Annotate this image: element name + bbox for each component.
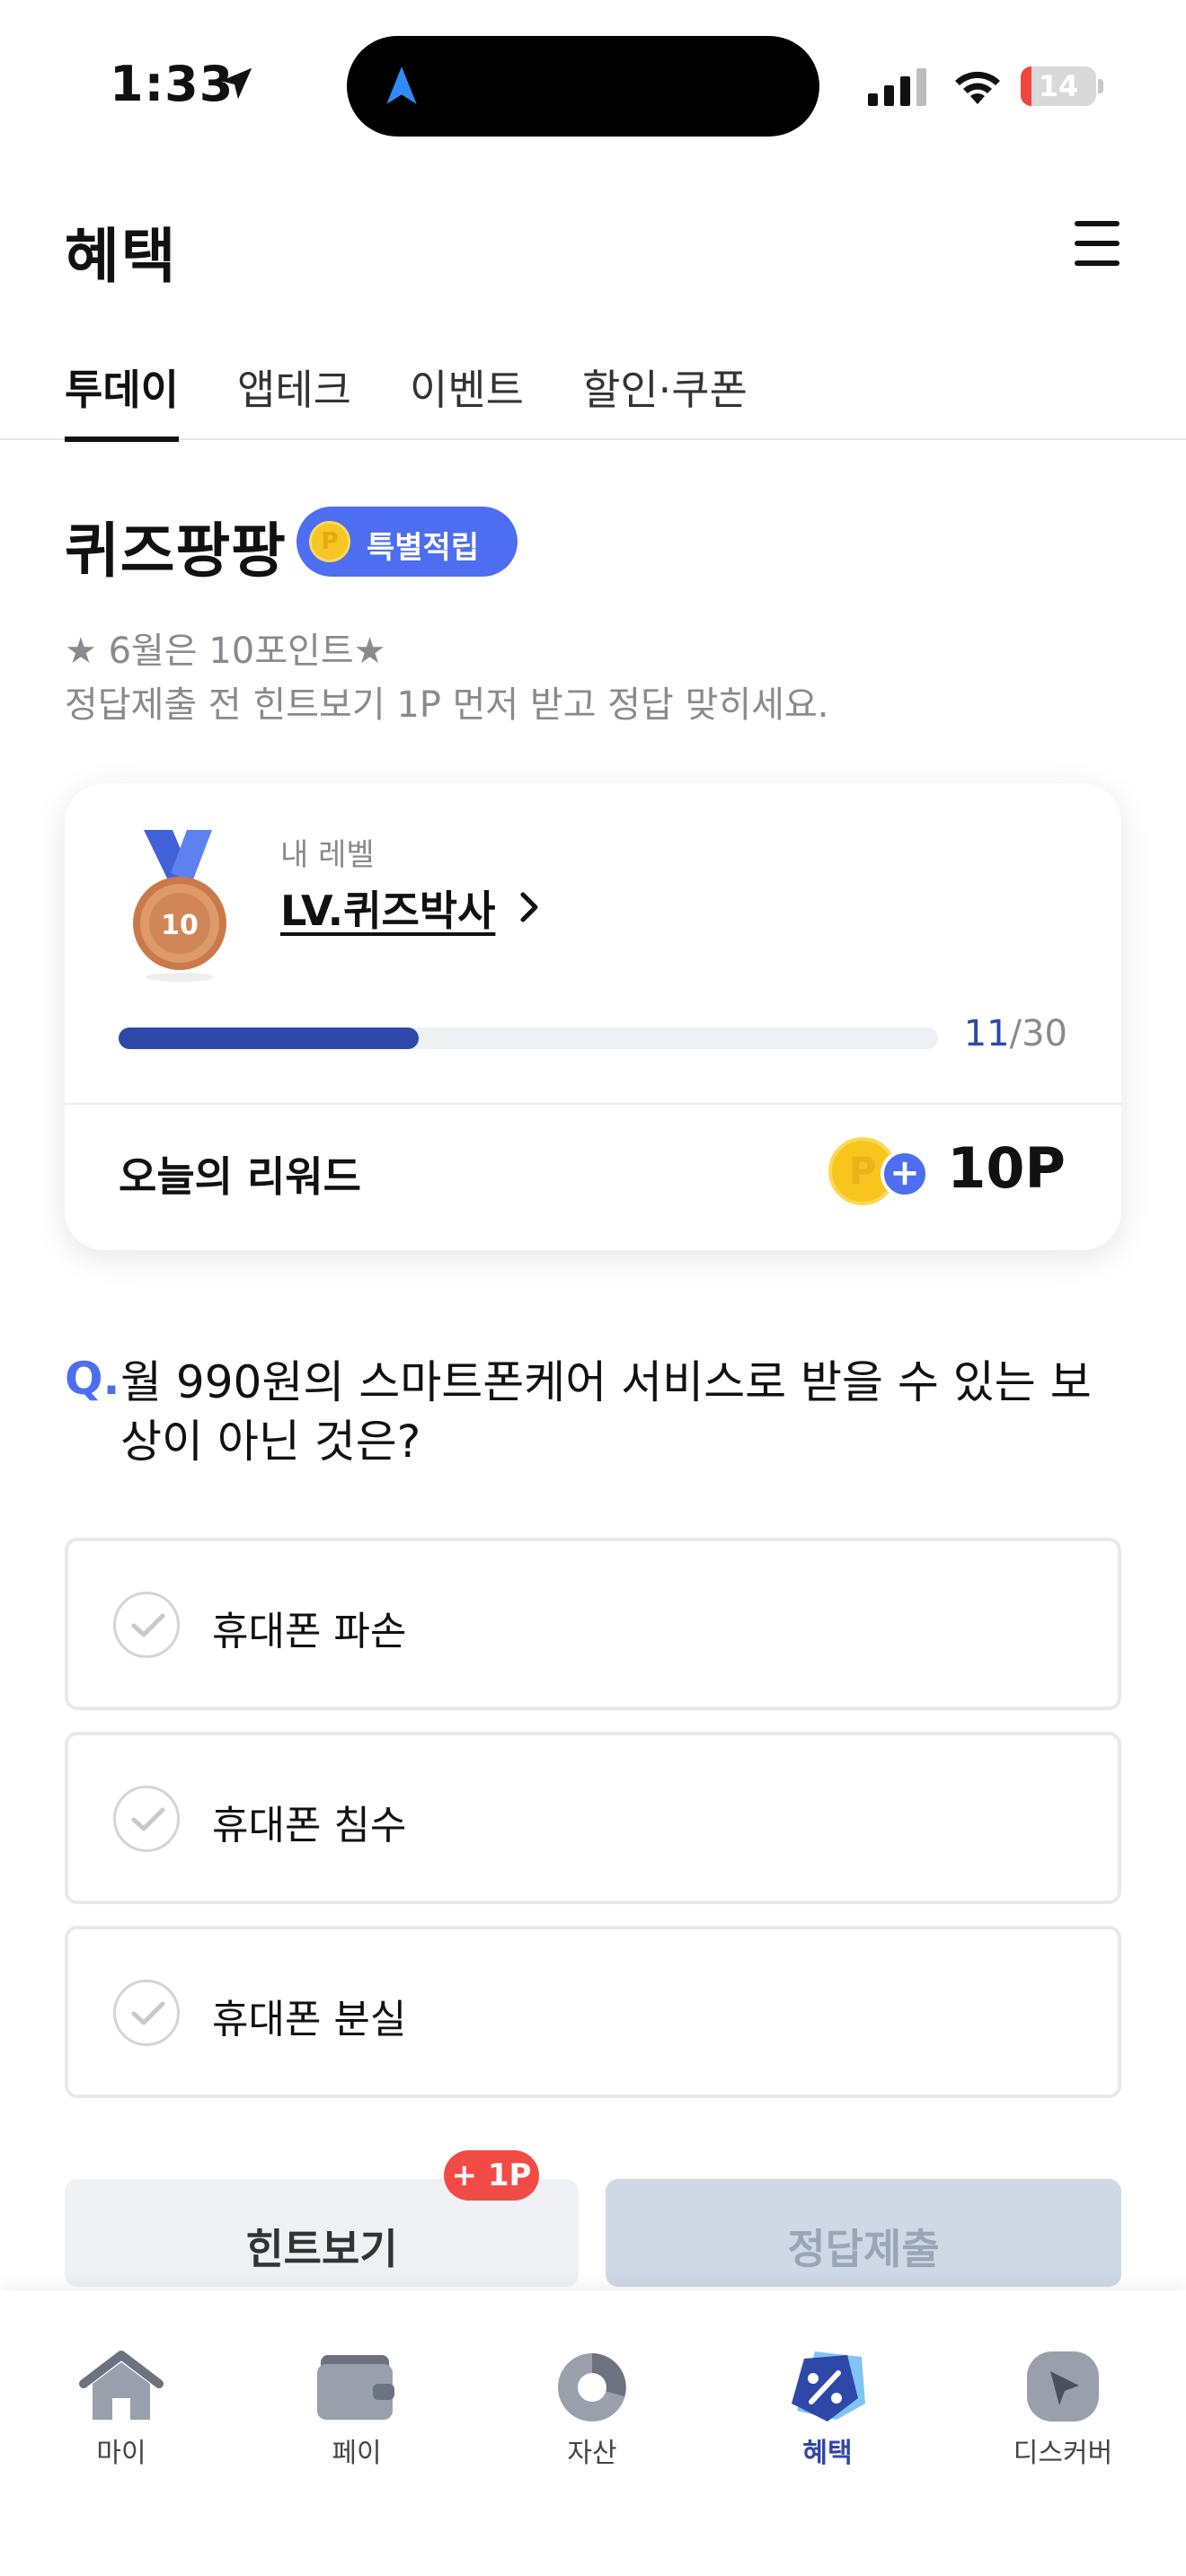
nav-label: 디스커버 <box>1013 2438 1113 2469</box>
reward-value: 10P <box>947 1135 1066 1201</box>
option-label: 휴대폰 침수 <box>212 1803 407 1848</box>
tab-label: 할인·쿠폰 <box>582 366 748 414</box>
submit-answer-button[interactable]: 정답제출 <box>606 2179 1121 2287</box>
submit-button-label: 정답제출 <box>787 2225 940 2273</box>
tab-bar-top: 투데이 앱테크 이벤트 할인·쿠폰 <box>0 341 1186 442</box>
nav-label: 페이 <box>332 2438 382 2469</box>
nav-item-pay[interactable]: 페이 <box>289 2348 424 2470</box>
option-label: 휴대폰 분실 <box>212 1997 407 2042</box>
tab-event[interactable]: 이벤트 <box>410 357 524 440</box>
tab-label: 투데이 <box>65 366 179 414</box>
check-icon <box>113 1592 180 1658</box>
status-bar: 1:33 14 <box>0 0 1186 171</box>
card-divider <box>65 1103 1121 1105</box>
answer-option-2[interactable]: 휴대폰 침수 <box>65 1732 1121 1904</box>
question-prefix: Q. <box>65 1353 120 1405</box>
check-icon <box>113 1980 180 2046</box>
battery-percent: 14 <box>1038 69 1079 103</box>
wallet-icon <box>317 2355 394 2420</box>
badge-label: 특별적립 <box>367 530 480 566</box>
notice-line-2: 정답제출 전 힌트보기 1P 먼저 받고 정답 맞히세요. <box>65 684 829 726</box>
answer-option-3[interactable]: 휴대폰 분실 <box>65 1926 1121 2098</box>
plus-icon: + <box>881 1150 929 1198</box>
nav-label: 혜택 <box>802 2438 853 2469</box>
battery-indicator: 14 <box>1021 66 1103 106</box>
question-text: 월 990원의 스마트폰케어 서비스로 받을 수 있는 보상이 아닌 것은? <box>120 1356 1092 1468</box>
hint-button-label: 힌트보기 <box>245 2225 398 2273</box>
level-progress-bar <box>119 1028 938 1049</box>
navigation-icon <box>386 66 417 104</box>
option-label: 휴대폰 파손 <box>212 1609 407 1654</box>
special-reward-badge: P 특별적립 <box>296 507 518 577</box>
bottom-navigation: 마이 페이 자산 혜택 디스커버 <box>0 2290 1186 2576</box>
nav-item-assets[interactable]: 자산 <box>525 2348 659 2470</box>
nav-item-my[interactable]: 마이 <box>54 2348 189 2470</box>
answer-option-1[interactable]: 휴대폰 파손 <box>65 1538 1121 1710</box>
my-level-label: 내 레벨 <box>280 837 375 873</box>
home-icon <box>79 2351 164 2420</box>
page-title: 혜택 <box>65 222 178 291</box>
pie-chart-icon <box>558 2353 626 2422</box>
menu-icon[interactable] <box>1075 221 1121 266</box>
nav-item-discover[interactable]: 디스커버 <box>996 2348 1130 2470</box>
level-progress-fill <box>119 1028 420 1049</box>
medal-icon: 10 <box>133 830 226 982</box>
compass-icon <box>1027 2351 1099 2422</box>
tab-today[interactable]: 투데이 <box>65 357 179 442</box>
quiz-title: 퀴즈팡팡 <box>65 516 287 586</box>
nav-label: 마이 <box>96 2438 146 2469</box>
location-arrow-icon <box>220 67 252 100</box>
tab-label: 이벤트 <box>410 366 524 414</box>
hint-point-badge: + 1P <box>444 2150 539 2201</box>
coin-icon: P <box>309 521 350 562</box>
nav-label: 자산 <box>567 2438 617 2469</box>
tab-label: 앱테크 <box>237 366 351 414</box>
level-card: 10 내 레벨 LV.퀴즈박사 11/30 오늘의 리워드 P + 10P <box>65 783 1121 1250</box>
wifi-icon <box>955 71 1000 104</box>
dynamic-island <box>347 36 819 137</box>
notice-line-1: ★ 6월은 10포인트★ <box>65 631 386 672</box>
cellular-signal-icon <box>868 68 926 106</box>
level-progress-text: 11/30 <box>963 1013 1067 1054</box>
tab-apptech[interactable]: 앱테크 <box>237 357 351 440</box>
svg-text:10: 10 <box>161 910 199 941</box>
tab-active-indicator <box>65 437 179 442</box>
level-link[interactable]: LV.퀴즈박사 <box>280 878 495 938</box>
nav-item-benefits[interactable]: 혜택 <box>760 2348 895 2470</box>
reward-label: 오늘의 리워드 <box>119 1152 361 1201</box>
tab-discount-coupon[interactable]: 할인·쿠폰 <box>582 357 748 440</box>
check-icon <box>113 1786 180 1852</box>
discount-tag-icon <box>792 2351 865 2422</box>
chevron-right-icon[interactable] <box>516 889 543 925</box>
